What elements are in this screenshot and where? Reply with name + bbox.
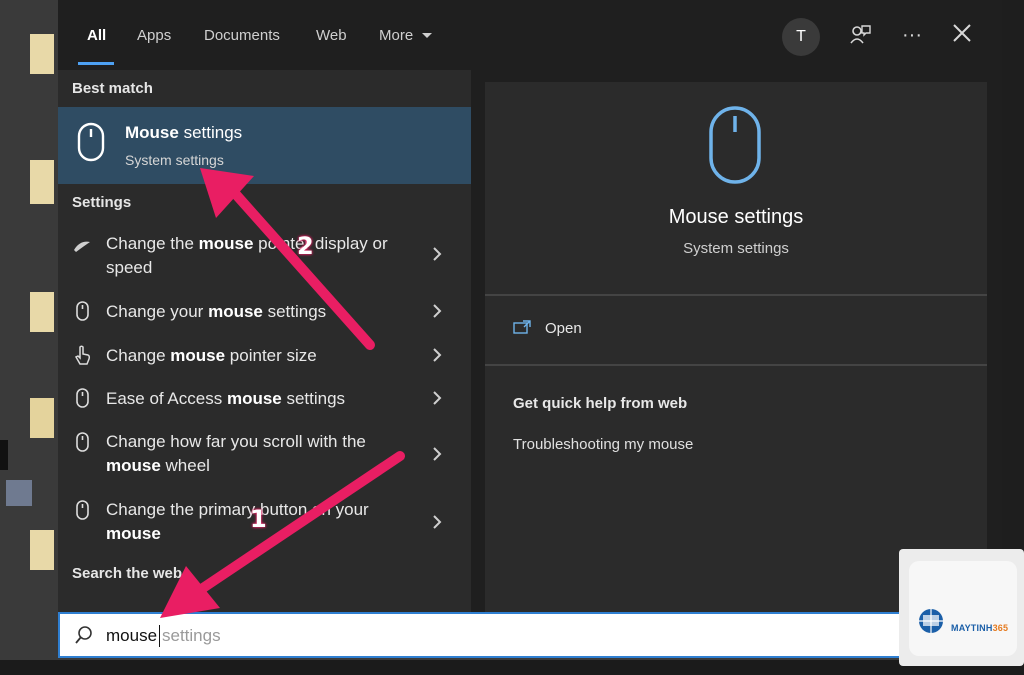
settings-item-label: Ease of Access mouse settings <box>106 389 346 408</box>
chevron-right-icon <box>433 304 442 318</box>
tab-web[interactable]: Web <box>316 27 347 44</box>
detail-title: Mouse settings <box>668 206 804 228</box>
settings-item-pointer-display[interactable]: Change the mouse pointer display or spee… <box>58 230 471 282</box>
open-label: Open <box>545 320 582 337</box>
tab-all[interactable]: All <box>87 27 106 44</box>
more-options-icon[interactable]: ··· <box>898 24 926 52</box>
divider <box>485 364 987 366</box>
settings-item-scroll-wheel[interactable]: Change how far you scroll with the mouse… <box>58 428 471 480</box>
active-tab-indicator <box>78 62 114 65</box>
open-icon <box>513 320 531 334</box>
brand-logo: MAYTINH365 <box>899 549 1024 666</box>
logo-wordmark: MAYTINH365 <box>951 623 1009 633</box>
mouse-icon <box>76 388 89 408</box>
best-match-heading: Best match <box>72 80 153 97</box>
chevron-right-icon <box>433 348 442 362</box>
pointer-icon <box>74 241 90 252</box>
divider <box>485 294 987 296</box>
tab-apps[interactable]: Apps <box>137 27 171 44</box>
settings-item-mouse-settings[interactable]: Change your mouse settings <box>58 298 471 328</box>
detail-subtitle: System settings <box>683 240 789 257</box>
text-caret <box>159 625 160 647</box>
search-icon <box>75 626 92 644</box>
settings-item-label: Change the mouse pointer display or spee… <box>106 234 388 277</box>
hand-pointer-icon <box>74 345 91 365</box>
tab-more[interactable]: More <box>379 27 433 44</box>
mouse-icon <box>77 122 105 162</box>
best-match-subtitle: System settings <box>125 152 224 168</box>
chevron-right-icon <box>433 391 442 405</box>
search-window: All Apps Documents Web More T ··· Best m… <box>58 0 1002 612</box>
chevron-right-icon <box>433 247 442 261</box>
feedback-icon[interactable] <box>846 22 874 50</box>
tab-documents[interactable]: Documents <box>204 27 280 44</box>
chevron-down-icon <box>422 33 433 39</box>
mouse-icon <box>76 301 89 321</box>
settings-heading: Settings <box>72 194 132 211</box>
open-action[interactable]: Open <box>513 320 582 337</box>
chevron-right-icon <box>433 447 442 461</box>
search-query: mouse <box>106 626 158 645</box>
settings-item-label: Change your mouse settings <box>106 302 327 321</box>
settings-item-label: Change how far you scroll with the mouse… <box>106 432 366 475</box>
best-match-result[interactable]: Mouse settings System settings <box>58 107 471 184</box>
web-help-heading: Get quick help from web <box>513 395 688 412</box>
best-match-title: Mouse settings <box>125 123 243 142</box>
search-tabs-bar: All Apps Documents Web More T ··· <box>58 0 1002 70</box>
web-help-link[interactable]: Troubleshooting my mouse <box>513 436 693 453</box>
search-suggestion: settings <box>162 626 221 645</box>
globe-computer-icon <box>919 609 943 633</box>
search-web-heading: Search the web <box>72 565 183 582</box>
settings-item-ease-of-access[interactable]: Ease of Access mouse settings <box>58 385 471 415</box>
logo-badge: MAYTINH365 <box>909 561 1017 656</box>
annotation-badge-2: 2 <box>297 232 314 260</box>
taskbar <box>0 660 1024 675</box>
annotation-badge-1: 1 <box>250 505 267 533</box>
mouse-icon <box>76 500 89 520</box>
detail-pane: Mouse settings System settings Open Get … <box>485 82 987 612</box>
mouse-icon <box>709 106 761 184</box>
user-avatar[interactable]: T <box>782 18 820 56</box>
tab-more-label: More <box>379 27 414 44</box>
mouse-icon <box>76 432 89 452</box>
search-input[interactable]: mouse settings <box>58 612 1002 658</box>
chevron-right-icon <box>433 515 442 529</box>
settings-item-pointer-size[interactable]: Change mouse pointer size <box>58 342 471 372</box>
close-icon[interactable] <box>948 22 976 50</box>
settings-item-label: Change mouse pointer size <box>106 346 317 365</box>
